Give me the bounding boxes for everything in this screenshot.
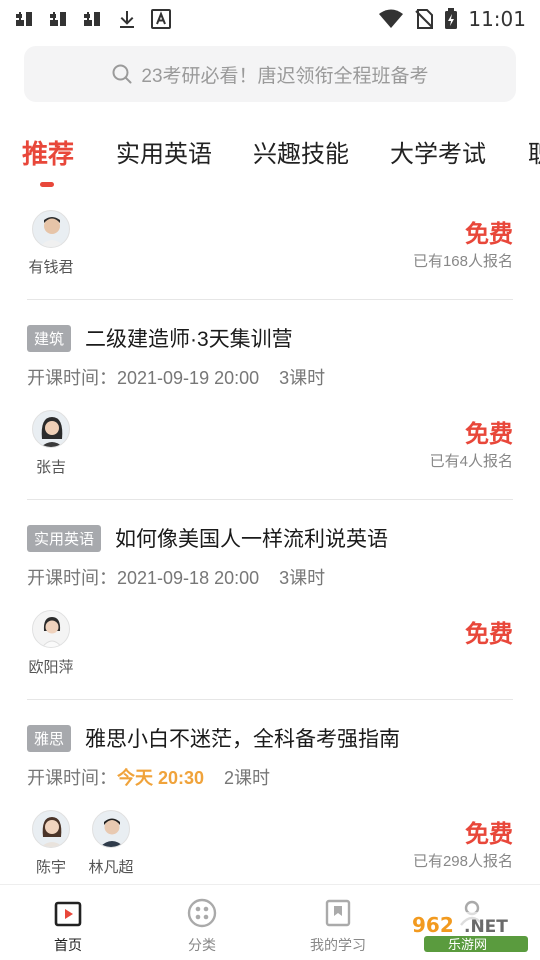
nav-label: 首页 (54, 937, 82, 953)
search-icon (112, 64, 132, 84)
divider (27, 499, 513, 500)
course-title: 如何像美国人一样流利说英语 (115, 528, 389, 551)
status-bar: 11:01 (0, 0, 540, 38)
start-time-label: 开课时间： (27, 368, 117, 388)
category-tabs: 推荐 实用英语 兴趣技能 大学考试 职 (0, 126, 540, 196)
home-play-icon (54, 901, 82, 927)
divider (27, 299, 513, 300)
svg-text:962: 962 (412, 913, 454, 937)
course-tag: 实用英语 (27, 524, 102, 552)
teacher[interactable]: 陈宇 (27, 810, 75, 877)
bug-icon (16, 12, 32, 26)
enrolled-count: 已有298人报名 (412, 853, 513, 870)
course-title: 二级建造师·3天集训营 (85, 328, 293, 351)
nav-label: 分类 (188, 937, 216, 953)
teacher-name: 欧阳萍 (28, 659, 74, 676)
no-sim-icon (415, 9, 434, 29)
bug-icon (50, 12, 66, 26)
tab-college-exams[interactable]: 大学考试 (390, 134, 486, 169)
tab-indicator (40, 182, 54, 187)
teacher-name: 陈宇 (35, 859, 66, 876)
svg-text:乐游网: 乐游网 (448, 938, 487, 953)
lesson-count: 2课时 (224, 768, 271, 788)
price-label: 免费 (465, 421, 513, 448)
teacher-avatar (32, 610, 70, 648)
start-time-label: 开课时间： (27, 568, 117, 588)
price-label: 免费 (465, 621, 513, 648)
clock: 11:01 (468, 7, 526, 31)
lesson-count: 3课时 (279, 368, 326, 388)
search-bar[interactable]: 23考研必看！唐迟领衔全程班备考 (24, 46, 516, 102)
nav-home[interactable]: 首页 (28, 897, 108, 955)
nav-category[interactable]: 分类 (162, 897, 242, 955)
search-placeholder: 23考研必看！唐迟领衔全程班备考 (141, 65, 429, 87)
wifi-icon (379, 9, 404, 28)
svg-text:.NET: .NET (464, 917, 508, 937)
tab-recommend[interactable]: 推荐 (22, 134, 74, 171)
divider (27, 699, 513, 700)
nav-my-learning[interactable]: 我的学习 (298, 897, 378, 955)
battery-charging-icon (445, 8, 458, 29)
font-icon (151, 9, 171, 29)
tab-interest-skills[interactable]: 兴趣技能 (253, 134, 349, 169)
course-title: 雅思小白不迷茫，全科备考强指南 (85, 728, 401, 751)
notification-icons (12, 8, 174, 30)
teacher[interactable]: 欧阳萍 (27, 610, 75, 677)
teacher-avatar (32, 410, 70, 448)
nav-label: 我的学习 (310, 937, 366, 953)
bookmark-icon (325, 899, 351, 927)
start-time: 2021-09-18 20:00 (117, 568, 260, 588)
tab-practical-english[interactable]: 实用英语 (116, 134, 212, 169)
tab-career[interactable]: 职 (528, 134, 540, 169)
teacher[interactable]: 有钱君 (27, 210, 75, 277)
enrolled-count: 已有4人报名 (429, 453, 513, 470)
bug-icon (84, 12, 100, 26)
teacher-name: 张吉 (35, 459, 66, 476)
teacher-name: 林凡超 (88, 859, 134, 876)
teacher-avatar (32, 210, 70, 248)
teacher-avatar (32, 810, 70, 848)
download-icon (120, 11, 134, 28)
course-tag: 雅思 (27, 724, 72, 752)
watermark-logo: 962 .NET 乐游网 (404, 912, 534, 954)
course-tag: 建筑 (27, 324, 72, 352)
teacher-name: 有钱君 (28, 259, 74, 276)
price-label: 免费 (465, 821, 513, 848)
category-icon (187, 898, 217, 928)
enrolled-count: 已有168人报名 (412, 253, 513, 270)
teacher[interactable]: 林凡超 (83, 810, 139, 877)
price-label: 免费 (465, 221, 513, 248)
teacher[interactable]: 张吉 (27, 410, 75, 477)
start-time: 今天 20:30 (117, 768, 205, 788)
start-time: 2021-09-19 20:00 (117, 368, 260, 388)
teacher-avatar (92, 810, 130, 848)
start-time-label: 开课时间： (27, 768, 117, 788)
lesson-count: 3课时 (279, 568, 326, 588)
